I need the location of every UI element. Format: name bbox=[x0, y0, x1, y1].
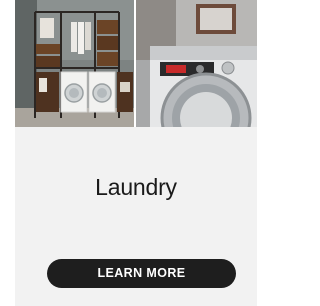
card-title: Laundry bbox=[95, 174, 177, 200]
category-card[interactable]: Laundry LEARN MORE bbox=[15, 0, 257, 306]
card-images bbox=[15, 0, 257, 127]
learn-more-button[interactable]: LEARN MORE bbox=[47, 259, 236, 288]
washing-machine-image[interactable] bbox=[136, 0, 257, 127]
laundry-room-image[interactable] bbox=[15, 0, 134, 127]
